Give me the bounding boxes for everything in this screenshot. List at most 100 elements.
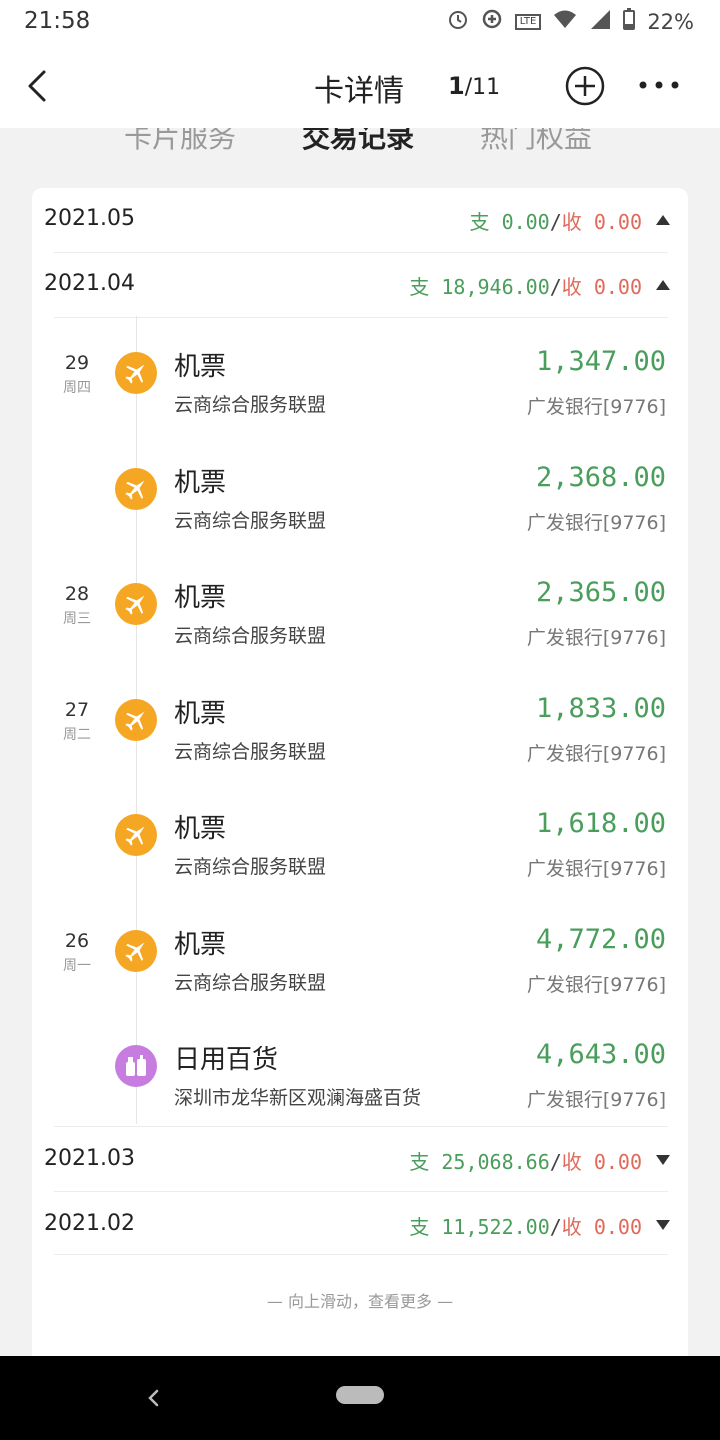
- divider: [54, 1254, 668, 1255]
- txn-bank: 广发银行[9776]: [526, 974, 666, 996]
- month-summary: 支 18,946.00/收 0.00: [409, 271, 642, 300]
- chevron-left-icon: [148, 1389, 159, 1407]
- expense-label: 支: [409, 275, 430, 299]
- txn-category: 机票: [174, 814, 227, 844]
- system-home-button[interactable]: [336, 1386, 384, 1404]
- txn-weekday: 周四: [63, 380, 91, 396]
- txn-bank: 广发银行[9776]: [526, 512, 666, 534]
- more-button[interactable]: [636, 74, 682, 96]
- airplane-icon: [115, 814, 157, 856]
- txn-amount: 4,772.00: [535, 924, 666, 955]
- add-button[interactable]: [564, 65, 606, 107]
- txn-bank: 广发银行[9776]: [526, 627, 666, 649]
- txn-merchant: 云商综合服务联盟: [174, 394, 327, 416]
- month-label: 2021.05: [44, 206, 135, 231]
- chevron-left-icon: [28, 70, 46, 102]
- page-title: 卡详情: [314, 74, 404, 109]
- tab-transactions[interactable]: 交易记录: [302, 128, 414, 156]
- txn-amount: 2,368.00: [535, 462, 666, 493]
- collapse-arrow-icon[interactable]: [656, 215, 670, 225]
- volte-icon: LTE: [514, 13, 542, 30]
- month-summary: 支 25,068.66/收 0.00: [409, 1146, 642, 1175]
- txn-amount: 2,365.00: [535, 577, 666, 608]
- battery-percentage: 22%: [647, 9, 694, 34]
- month-label: 2021.03: [44, 1146, 135, 1171]
- month-header-2021-04[interactable]: 2021.04 支 18,946.00/收 0.00: [32, 253, 688, 317]
- status-icons: LTE 22%: [447, 8, 694, 35]
- txn-weekday: 周二: [63, 727, 91, 743]
- txn-category: 日用百货: [174, 1045, 279, 1075]
- txn-merchant: 深圳市龙华新区观澜海盛百货: [174, 1087, 422, 1109]
- transaction-card: 2021.05 支 0.00/收 0.00 2021.04 支 18,946.0…: [32, 188, 688, 1368]
- expense-value: 25,068.66: [441, 1150, 550, 1174]
- tab-card-services[interactable]: 卡片服务: [124, 128, 236, 156]
- txn-amount: 4,643.00: [535, 1039, 666, 1070]
- system-back-button[interactable]: [144, 1386, 164, 1410]
- wifi-icon: [553, 9, 577, 34]
- separator: /: [549, 275, 562, 299]
- transaction-row[interactable]: 29 周四 机票 云商综合服务联盟 1,347.00 广发银行[9776]: [32, 334, 688, 450]
- transaction-row[interactable]: 28 周三 机票 云商综合服务联盟 2,365.00 广发银行[9776]: [32, 565, 688, 681]
- txn-bank: 广发银行[9776]: [526, 396, 666, 418]
- month-header-2021-05[interactable]: 2021.05 支 0.00/收 0.00: [32, 188, 688, 252]
- txn-day: 27: [64, 699, 90, 721]
- transaction-row[interactable]: 机票 云商综合服务联盟 2,368.00 广发银行[9776]: [32, 450, 688, 566]
- txn-category: 机票: [174, 699, 227, 729]
- airplane-icon: [115, 468, 157, 510]
- txn-amount: 1,618.00: [535, 808, 666, 839]
- txn-merchant: 云商综合服务联盟: [174, 741, 327, 763]
- txn-day: 26: [64, 930, 90, 952]
- month-label: 2021.02: [44, 1211, 135, 1236]
- collapse-arrow-icon[interactable]: [656, 280, 670, 290]
- airplane-icon: [115, 352, 157, 394]
- txn-category: 机票: [174, 583, 227, 613]
- expense-label: 支: [409, 1215, 430, 1239]
- txn-day: 28: [64, 583, 90, 605]
- expand-arrow-icon[interactable]: [656, 1155, 670, 1165]
- month-header-2021-03[interactable]: 2021.03 支 25,068.66/收 0.00: [32, 1128, 688, 1192]
- airplane-icon: [115, 930, 157, 972]
- expense-value: 0.00: [501, 210, 550, 234]
- txn-amount: 1,833.00: [535, 693, 666, 724]
- separator: /: [549, 210, 562, 234]
- txn-bank: 广发银行[9776]: [526, 858, 666, 880]
- more-dots-icon: [639, 81, 679, 89]
- txn-day: 29: [64, 352, 90, 374]
- signal-icon: [589, 8, 611, 35]
- status-time: 21:58: [24, 8, 91, 34]
- tab-benefits[interactable]: 热门权益: [480, 128, 592, 156]
- divider: [54, 1126, 668, 1127]
- transaction-row[interactable]: 27 周二 机票 云商综合服务联盟 1,833.00 广发银行[9776]: [32, 681, 688, 797]
- txn-bank: 广发银行[9776]: [526, 1089, 666, 1111]
- txn-category: 机票: [174, 468, 227, 498]
- airplane-icon: [115, 583, 157, 625]
- income-label: 收: [561, 1215, 582, 1239]
- back-button[interactable]: [18, 64, 58, 108]
- month-header-2021-02[interactable]: 2021.02 支 11,522.00/收 0.00: [32, 1193, 688, 1257]
- transaction-row[interactable]: 26 周一 机票 云商综合服务联盟 4,772.00 广发银行[9776]: [32, 912, 688, 1028]
- system-navigation-bar: [0, 1356, 720, 1440]
- month-label: 2021.04: [44, 271, 135, 296]
- month-summary: 支 11,522.00/收 0.00: [409, 1211, 642, 1240]
- txn-category: 机票: [174, 930, 227, 960]
- expense-value: 11,522.00: [441, 1215, 550, 1239]
- expand-arrow-icon[interactable]: [656, 1220, 670, 1230]
- divider: [54, 1191, 668, 1192]
- page-current: 1: [448, 72, 465, 100]
- header: 卡详情 1/11: [0, 44, 720, 128]
- alarm-icon: [447, 8, 469, 35]
- status-bar: 21:58 LTE 22%: [0, 0, 720, 44]
- battery-icon: [623, 8, 636, 35]
- separator: /: [549, 1150, 562, 1174]
- income-value: 0.00: [593, 275, 642, 299]
- income-value: 0.00: [593, 210, 642, 234]
- data-saver-icon: [481, 8, 503, 35]
- page-total: /11: [464, 75, 501, 100]
- transaction-row[interactable]: 机票 云商综合服务联盟 1,618.00 广发银行[9776]: [32, 796, 688, 912]
- expense-label: 支: [469, 210, 490, 234]
- txn-weekday: 周一: [63, 958, 91, 974]
- txn-weekday: 周三: [63, 611, 91, 627]
- txn-merchant: 云商综合服务联盟: [174, 972, 327, 994]
- airplane-icon: [115, 699, 157, 741]
- expense-label: 支: [409, 1150, 430, 1174]
